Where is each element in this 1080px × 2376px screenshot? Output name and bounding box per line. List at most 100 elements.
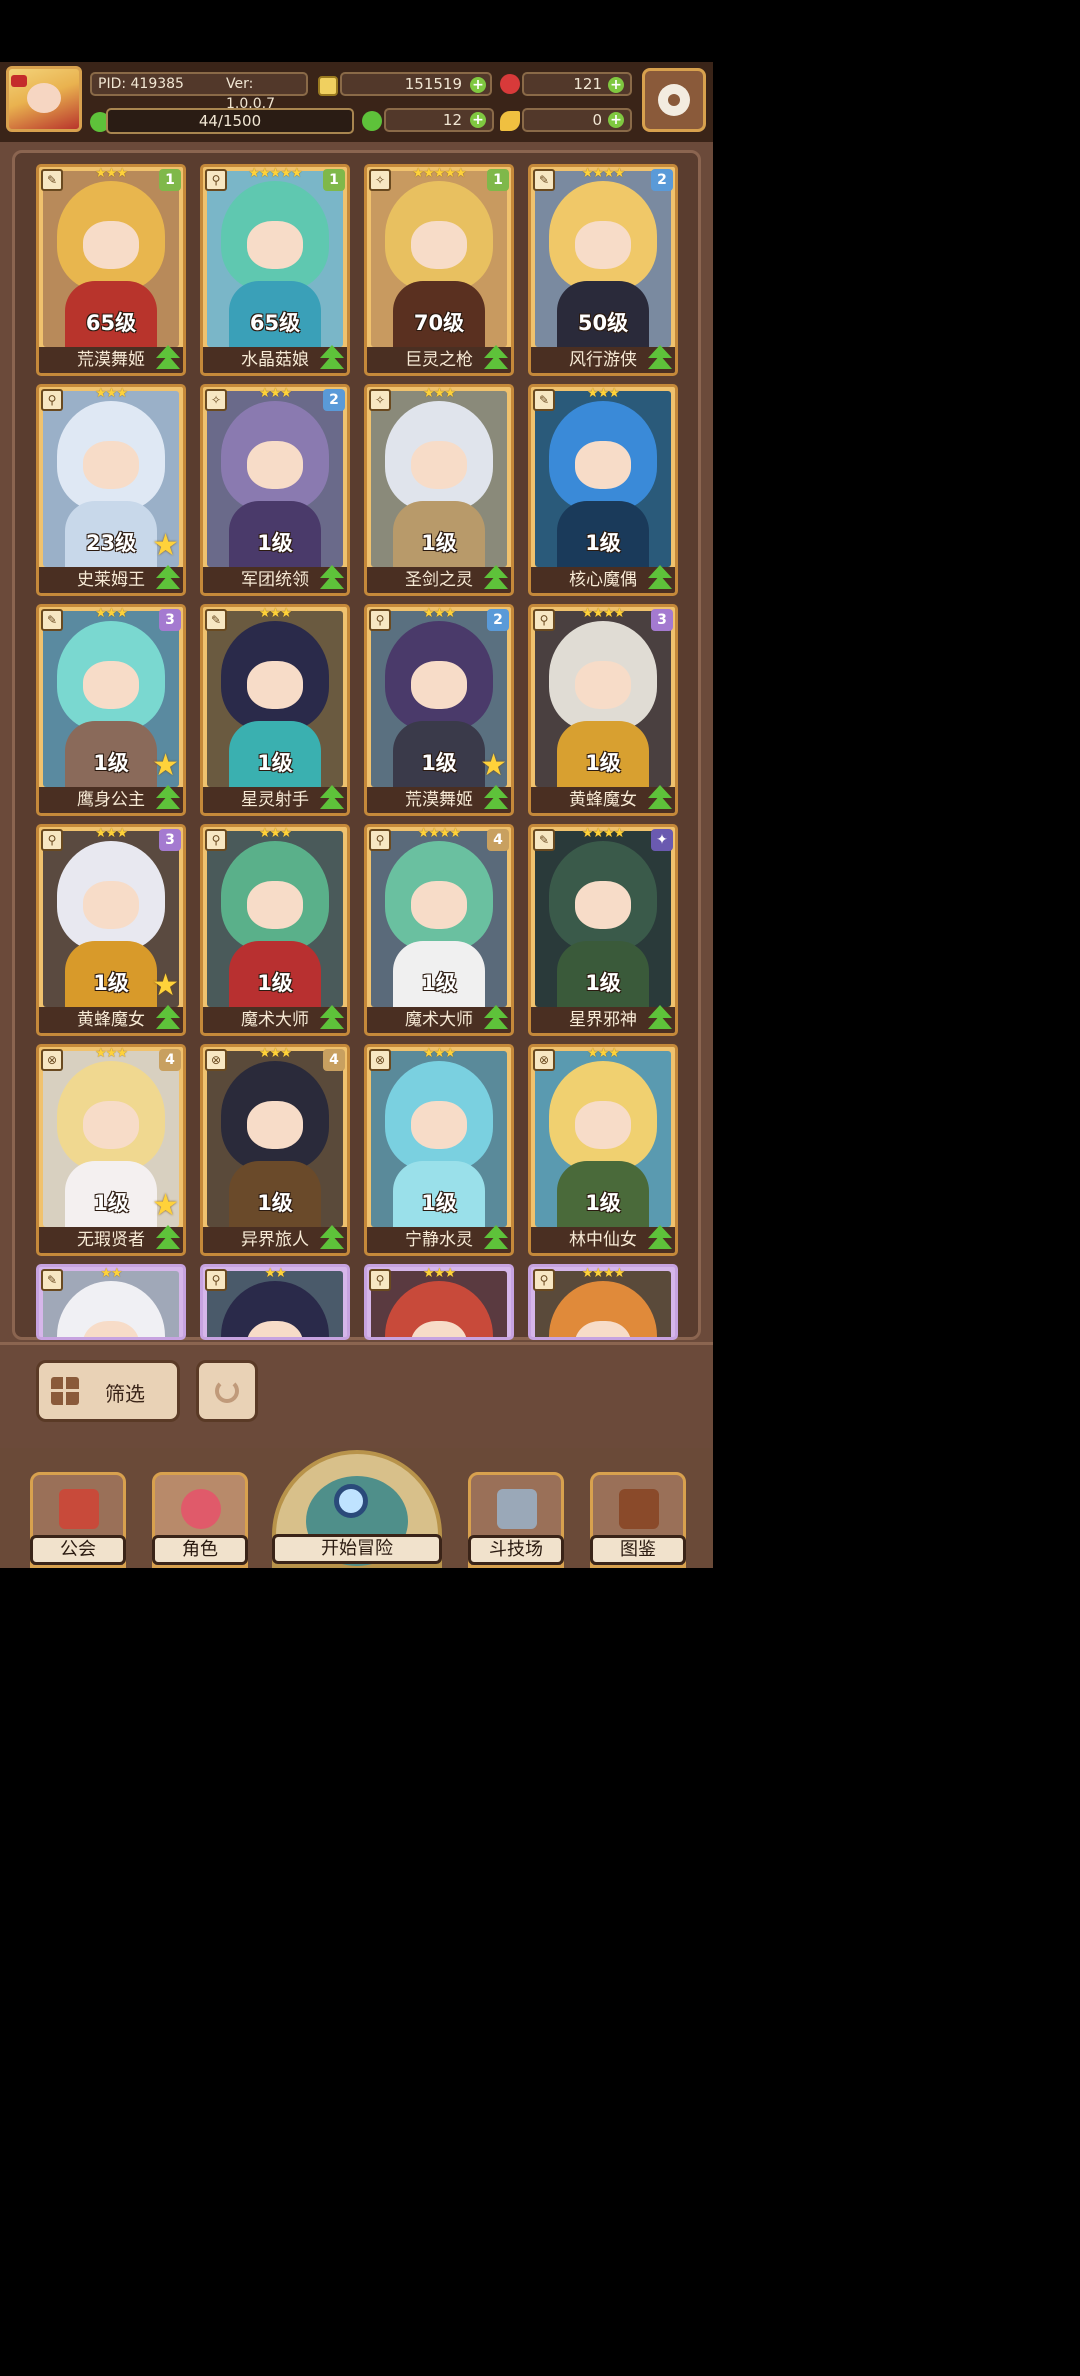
refresh-button[interactable]: [196, 1360, 258, 1422]
character-level: 1级: [585, 751, 621, 775]
nav-arena-label: 斗技场: [468, 1535, 564, 1565]
add-gold-button[interactable]: +: [470, 77, 486, 93]
portrait-face: [247, 661, 303, 709]
clover-amount: 12: [442, 111, 462, 129]
avatar-bow: [11, 75, 27, 87]
portrait-face: [247, 1101, 303, 1149]
add-gem-button[interactable]: +: [608, 77, 624, 93]
character-card[interactable]: ★★★ ✧ 2 1级 军团统领: [200, 384, 350, 596]
upgrade-arrow-icon[interactable]: [481, 1223, 511, 1253]
nav-codex[interactable]: 图鉴: [590, 1472, 686, 1568]
filter-button[interactable]: 筛选: [36, 1360, 180, 1422]
tier-badge: 1: [323, 169, 345, 191]
upgrade-arrow-icon[interactable]: [481, 1003, 511, 1033]
upgrade-arrow-icon[interactable]: [317, 1223, 347, 1253]
upgrade-arrow-icon[interactable]: [481, 783, 511, 813]
character-card[interactable]: ★★★★★ ✧ 1 70级 巨灵之枪: [364, 164, 514, 376]
character-card[interactable]: ★★★ ⚲ 23级 ★ 史莱姆王: [36, 384, 186, 596]
class-icon: ⚲: [369, 829, 391, 851]
class-icon: ⚲: [533, 1269, 555, 1291]
upgrade-arrow-icon[interactable]: [481, 343, 511, 373]
upgrade-arrow-icon[interactable]: [317, 343, 347, 373]
upgrade-arrow-icon[interactable]: [645, 1223, 675, 1253]
character-level: 1级: [585, 531, 621, 555]
add-key-button[interactable]: +: [608, 112, 624, 128]
character-card[interactable]: ★★★★ ✎ 2 50级 风行游侠: [528, 164, 678, 376]
class-icon: ✎: [205, 609, 227, 631]
upgrade-arrow-icon[interactable]: [153, 343, 183, 373]
portrait-face: [575, 221, 631, 269]
favorite-star-icon: ★: [152, 748, 179, 783]
portrait-face: [83, 661, 139, 709]
portrait-face: [83, 221, 139, 269]
nav-guild[interactable]: 公会: [30, 1472, 126, 1568]
character-card[interactable]: ★★★ ⚲ 1级 魔术大师: [200, 824, 350, 1036]
character-card-partial[interactable]: ★★ ⚲: [200, 1264, 350, 1340]
character-card-partial[interactable]: ★★ ✎: [36, 1264, 186, 1340]
upgrade-arrow-icon[interactable]: [153, 1003, 183, 1033]
character-card[interactable]: ★★★ ✎ 1级 星灵射手: [200, 604, 350, 816]
character-level: 65级: [85, 311, 137, 335]
portrait-face: [575, 441, 631, 489]
class-icon: ⊗: [205, 1049, 227, 1071]
upgrade-arrow-icon[interactable]: [153, 783, 183, 813]
grid-icon: [51, 1377, 79, 1405]
class-icon: ⊗: [533, 1049, 555, 1071]
clover-icon: [362, 111, 382, 131]
character-card-partial[interactable]: ★★★★ ⚲: [528, 1264, 678, 1340]
class-icon: ✧: [369, 389, 391, 411]
character-card[interactable]: ★★★ ⊗ 1级 林中仙女: [528, 1044, 678, 1256]
character-card-partial[interactable]: ★★★ ⚲: [364, 1264, 514, 1340]
class-icon: ⚲: [41, 389, 63, 411]
upgrade-arrow-icon[interactable]: [481, 563, 511, 593]
nav-arena[interactable]: 斗技场: [468, 1472, 564, 1568]
portrait-face: [575, 661, 631, 709]
tier-badge: 3: [159, 609, 181, 631]
tier-badge: 2: [487, 609, 509, 631]
upgrade-arrow-icon[interactable]: [153, 563, 183, 593]
character-card[interactable]: ★★★★ ⚲ 3 1级 黄蜂魔女: [528, 604, 678, 816]
character-card[interactable]: ★★★ ⊗ 4 1级 ★ 无瑕贤者: [36, 1044, 186, 1256]
character-card[interactable]: ★★★ ✧ 1级 圣剑之灵: [364, 384, 514, 596]
character-portrait: [207, 1271, 343, 1337]
player-avatar[interactable]: [6, 66, 82, 132]
character-card[interactable]: ★★★★ ✎ ✦ 1级 星界邪神: [528, 824, 678, 1036]
upgrade-arrow-icon[interactable]: [317, 1003, 347, 1033]
gem-amount: 121: [573, 75, 602, 93]
character-card[interactable]: ★★★ ⚲ 3 1级 ★ 黄蜂魔女: [36, 824, 186, 1036]
character-card[interactable]: ★★★ ✎ 1级 核心魔偶: [528, 384, 678, 596]
tier-badge: 4: [159, 1049, 181, 1071]
portrait-face: [83, 441, 139, 489]
upgrade-arrow-icon[interactable]: [645, 783, 675, 813]
character-card[interactable]: ★★★★★ ⚲ 1 65级 水晶菇娘: [200, 164, 350, 376]
upgrade-arrow-icon[interactable]: [645, 1003, 675, 1033]
character-portrait: [43, 1271, 179, 1337]
character-card[interactable]: ★★★ ✎ 1 65级 荒漠舞姬: [36, 164, 186, 376]
character-level: 1级: [585, 971, 621, 995]
character-card[interactable]: ★★★ ⊗ 4 1级 异界旅人: [200, 1044, 350, 1256]
character-card[interactable]: ★★★ ✎ 3 1级 ★ 鹰身公主: [36, 604, 186, 816]
upgrade-arrow-icon[interactable]: [645, 343, 675, 373]
class-icon: ⚲: [41, 829, 63, 851]
class-icon: ✎: [533, 829, 555, 851]
upgrade-arrow-icon[interactable]: [317, 783, 347, 813]
class-icon: ⚲: [205, 1269, 227, 1291]
add-clover-button[interactable]: +: [470, 112, 486, 128]
portrait-face: [411, 1101, 467, 1149]
character-card[interactable]: ★★★★ ⚲ 4 1级 魔术大师: [364, 824, 514, 1036]
character-card[interactable]: ★★★ ⚲ 2 1级 ★ 荒漠舞姬: [364, 604, 514, 816]
nav-character[interactable]: 角色: [152, 1472, 248, 1568]
upgrade-arrow-icon[interactable]: [645, 563, 675, 593]
tier-badge: 4: [323, 1049, 345, 1071]
class-icon: ✧: [205, 389, 227, 411]
portrait-face: [411, 661, 467, 709]
upgrade-arrow-icon[interactable]: [317, 563, 347, 593]
character-card[interactable]: ★★★ ⊗ 1级 宁静水灵: [364, 1044, 514, 1256]
settings-button[interactable]: [642, 68, 706, 132]
book-icon: [619, 1489, 659, 1529]
portrait-face: [83, 1101, 139, 1149]
portrait-face: [575, 881, 631, 929]
portrait-face: [247, 221, 303, 269]
upgrade-arrow-icon[interactable]: [153, 1223, 183, 1253]
player-id: PID: 419385: [98, 76, 184, 92]
